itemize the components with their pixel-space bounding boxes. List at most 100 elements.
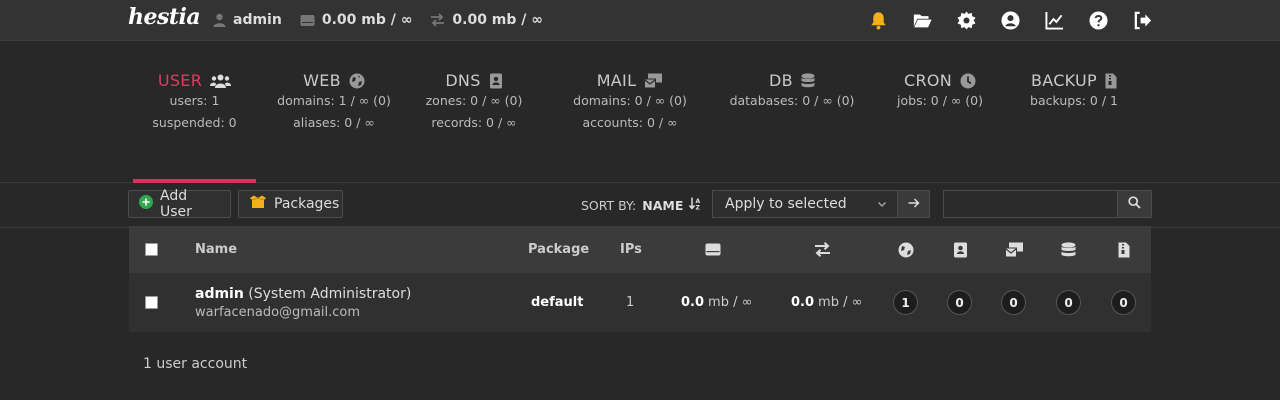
apply-action-button[interactable] <box>897 190 930 218</box>
search-button[interactable] <box>1117 190 1152 218</box>
column-header-package[interactable]: Package <box>528 226 589 273</box>
user-ips: 1 <box>626 295 635 310</box>
row-checkbox[interactable] <box>145 296 158 309</box>
exchange-icon <box>430 13 445 27</box>
tab-db-line-1: databases: 0 / ∞ (0) <box>729 93 855 108</box>
sort-by-control[interactable]: SORT BY: NAME AZ <box>581 197 702 213</box>
sort-by-label: SORT BY: <box>581 197 637 213</box>
tab-user-title: USER <box>157 71 203 90</box>
tab-cron-title: CRON <box>903 71 953 90</box>
column-header-name[interactable]: Name <box>195 226 237 273</box>
disk-usage-amount: 0.0 <box>681 295 705 310</box>
user-count-summary: 1 user account <box>143 356 248 372</box>
logout-button[interactable] <box>1120 0 1164 40</box>
disk-usage-suffix: mb / ∞ <box>708 295 753 310</box>
globe-icon <box>898 242 914 258</box>
exchange-icon <box>814 242 831 257</box>
column-header-web <box>898 226 914 273</box>
hestia-logo[interactable]: hestia <box>128 4 201 30</box>
packages-label: Packages <box>274 196 340 212</box>
help-button[interactable] <box>1076 0 1120 40</box>
user-circle-icon <box>1000 10 1020 30</box>
column-header-bandwidth <box>814 226 831 273</box>
mail-bulk-icon <box>644 73 663 89</box>
packages-button[interactable]: Packages <box>238 190 343 218</box>
users-table: Name Package IPs admin (System Administr… <box>129 226 1151 332</box>
bandwidth-usage-value: 0.00 mb / ∞ <box>452 12 543 28</box>
tab-mail-line-2: accounts: 0 / ∞ <box>582 115 678 130</box>
tab-web-line-2: aliases: 0 / ∞ <box>293 115 375 130</box>
user-package[interactable]: default <box>531 273 583 332</box>
column-header-ips[interactable]: IPs <box>620 226 642 273</box>
tab-backup-line-1: backups: 0 / 1 <box>1030 93 1118 108</box>
tab-cron-line-1: jobs: 0 / ∞ (0) <box>897 93 983 108</box>
web-domains-count-badge: 1 <box>893 290 918 315</box>
mail-domains-count-badge: 0 <box>1001 290 1026 315</box>
statistics-button[interactable] <box>1032 0 1076 40</box>
svg-text:Z: Z <box>696 205 701 211</box>
tab-dns[interactable]: DNS zones: 0 / ∞ (0) records: 0 / ∞ <box>420 41 528 182</box>
table-row[interactable]: admin (System Administrator) warfacenado… <box>129 273 1151 332</box>
user-fullname: (System Administrator) <box>248 285 412 302</box>
tab-web[interactable]: WEB domains: 1 / ∞ (0) aliases: 0 / ∞ <box>272 41 396 182</box>
user-login-link[interactable]: admin <box>195 286 244 302</box>
tab-dns-title: DNS <box>445 71 481 90</box>
column-header-backups <box>1118 226 1130 273</box>
bulk-action-select[interactable]: Apply to selected <box>712 190 898 218</box>
user-name-line: admin (System Administrator) <box>195 286 411 302</box>
file-manager-button[interactable] <box>900 0 944 40</box>
select-all-checkbox-cell <box>145 226 158 273</box>
column-header-db <box>1061 226 1076 273</box>
table-header: Name Package IPs <box>129 226 1151 273</box>
tab-mail[interactable]: MAIL domains: 0 / ∞ (0) accounts: 0 / ∞ <box>566 41 694 182</box>
sort-field-label: NAME <box>642 197 684 213</box>
overview-panel: USER users: 1 suspended: 0 WEB domains: … <box>0 41 1280 183</box>
user-profile-button[interactable] <box>988 0 1032 40</box>
backups-count-badge: 0 <box>1111 290 1136 315</box>
arrow-right-icon <box>908 197 920 212</box>
column-header-mail <box>1005 226 1024 273</box>
help-icon <box>1088 10 1108 30</box>
username-label: admin <box>233 12 282 28</box>
toolbar: Add User Packages SORT BY: NAME AZ Apply… <box>0 183 1280 228</box>
tab-user-line-2: suspended: 0 <box>152 115 237 130</box>
tab-dns-line-1: zones: 0 / ∞ (0) <box>425 93 523 108</box>
tab-web-line-1: domains: 1 / ∞ (0) <box>277 93 391 108</box>
top-bar: hestia admin 0.00 mb / ∞ 0.00 mb / ∞ <box>0 0 1280 41</box>
add-user-label: Add User <box>160 188 192 220</box>
tab-db[interactable]: DB databases: 0 / ∞ (0) <box>727 41 857 182</box>
settings-button[interactable] <box>944 0 988 40</box>
box-open-icon <box>249 195 267 213</box>
user-email: warfacenado@gmail.com <box>195 304 361 320</box>
bulk-action-value: Apply to selected <box>725 196 847 212</box>
search-input[interactable] <box>943 190 1118 218</box>
users-icon <box>210 74 232 88</box>
row-checkbox-cell <box>145 273 158 332</box>
mail-bulk-icon <box>1005 242 1024 258</box>
dns-zones-count-badge: 0 <box>947 290 972 315</box>
tab-cron[interactable]: CRON jobs: 0 / ∞ (0) <box>890 41 990 182</box>
hdd-icon <box>300 14 315 27</box>
user-disk-usage: 0.0 mb / ∞ <box>681 273 752 332</box>
file-archive-icon <box>1118 242 1130 258</box>
user-name-cell: admin (System Administrator) warfacenado… <box>195 273 411 332</box>
tab-mail-line-1: domains: 0 / ∞ (0) <box>573 93 687 108</box>
bandwidth-usage-amount: 0.0 <box>791 295 815 310</box>
tab-user[interactable]: USER users: 1 suspended: 0 <box>133 41 256 183</box>
chart-icon <box>1044 11 1063 30</box>
address-book-icon <box>489 73 503 89</box>
column-header-dns <box>953 226 968 273</box>
current-user[interactable]: admin <box>213 12 282 28</box>
folder-icon <box>913 13 932 27</box>
database-icon <box>801 72 815 89</box>
notifications-button[interactable] <box>856 0 900 40</box>
database-icon <box>1061 241 1076 258</box>
tab-db-title: DB <box>769 71 793 90</box>
add-user-button[interactable]: Add User <box>128 188 231 220</box>
select-all-checkbox[interactable] <box>145 243 158 256</box>
tab-mail-title: MAIL <box>596 71 637 90</box>
hdd-icon <box>705 243 721 256</box>
plus-circle-icon <box>139 195 153 213</box>
disk-usage: 0.00 mb / ∞ <box>300 12 412 28</box>
tab-backup[interactable]: BACKUP backups: 0 / 1 <box>1020 41 1128 182</box>
